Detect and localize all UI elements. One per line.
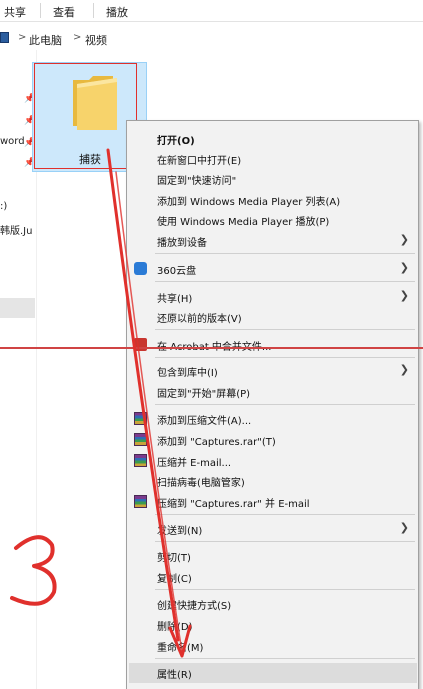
menu-item-add-to-archive[interactable]: 添加到压缩文件(A)... [129, 409, 417, 429]
menu-item-label: 在新窗口中打开(E) [157, 156, 242, 167]
highlight-box [34, 63, 137, 169]
nav-item-drive[interactable]: :) [0, 201, 7, 212]
menu-item-label: 在 Acrobat 中合并文件... [157, 338, 271, 353]
acrobat-icon [134, 338, 147, 351]
menu-separator [155, 514, 415, 515]
nav-item-selected[interactable] [0, 298, 35, 318]
breadcrumb-videos[interactable]: 视频 [85, 32, 107, 48]
menu-item-cut[interactable]: 剪切(T) [129, 546, 417, 566]
breadcrumb-this-pc[interactable]: 此电脑 [29, 32, 62, 48]
menu-item-label: 固定到"开始"屏幕(P) [157, 389, 251, 400]
menu-separator [155, 589, 415, 590]
menu-separator [155, 357, 415, 358]
menu-item-label: 添加到 Windows Media Player 列表(A) [157, 197, 341, 208]
ribbon-divider [40, 3, 41, 18]
menu-item-label: 扫描病毒(电脑管家) [157, 478, 245, 489]
chevron-right-icon: ❯ [399, 521, 409, 534]
menu-separator [155, 404, 415, 405]
winrar-icon [134, 412, 147, 425]
menu-item-play-with-wmp[interactable]: 使用 Windows Media Player 播放(P) [129, 210, 417, 230]
menu-item-open-new-window[interactable]: 在新窗口中打开(E) [129, 149, 417, 169]
annotation-line [0, 347, 423, 349]
menu-item-label: 压缩到 "Captures.rar" 并 E-mail [157, 499, 310, 510]
menu-separator [155, 329, 415, 330]
nav-item-folder[interactable]: 韩版.Ju [0, 222, 32, 237]
chevron-right-icon: ❯ [399, 289, 409, 302]
menu-item-label: 属性(R) [157, 670, 192, 681]
menu-item-label: 添加到压缩文件(A)... [157, 416, 252, 427]
menu-item-send-to[interactable]: 发送到(N) ❯ [129, 519, 417, 539]
ribbon-divider [93, 3, 94, 18]
menu-item-rename[interactable]: 重命名(M) [129, 636, 417, 656]
chevron-right-icon: ❯ [399, 233, 409, 246]
menu-item-label: 360云盘 [157, 266, 197, 277]
menu-item-label: 发送到(N) [157, 526, 203, 537]
menu-item-label: 打开(O) [157, 136, 195, 147]
menu-item-label: 删除(D) [157, 622, 193, 633]
menu-item-create-shortcut[interactable]: 创建快捷方式(S) [129, 594, 417, 614]
context-menu: 打开(O) 在新窗口中打开(E) 固定到"快速访问" 添加到 Windows M… [126, 120, 419, 689]
tab-view[interactable]: 查看 [53, 4, 75, 20]
menu-item-copy[interactable]: 复制(C) [129, 567, 417, 587]
menu-item-pin-quick-access[interactable]: 固定到"快速访问" [129, 169, 417, 189]
menu-item-restore-versions[interactable]: 还原以前的版本(V) [129, 307, 417, 327]
menu-item-label: 播放到设备 [157, 238, 207, 249]
menu-item-label: 共享(H) [157, 294, 193, 305]
tab-share[interactable]: 共享 [4, 4, 26, 20]
winrar-icon [134, 433, 147, 446]
menu-item-cast-to-device[interactable]: 播放到设备 ❯ [129, 231, 417, 251]
menu-item-label: 固定到"快速访问" [157, 176, 237, 187]
chevron-right-icon: ❯ [399, 363, 409, 376]
chevron-right-icon: ❯ [399, 261, 409, 274]
menu-item-label: 剪切(T) [157, 553, 191, 564]
menu-item-compress-email[interactable]: 压缩并 E-mail... [129, 451, 417, 471]
breadcrumb-separator[interactable]: > [73, 32, 81, 43]
menu-item-pin-start[interactable]: 固定到"开始"屏幕(P) [129, 382, 417, 402]
cloud-icon [134, 262, 147, 275]
menu-item-label: 重命名(M) [157, 643, 204, 654]
menu-separator [155, 281, 415, 282]
ribbon-tabs: 共享 查看 播放 [0, 0, 423, 22]
menu-separator [155, 253, 415, 254]
menu-item-label: 包含到库中(I) [157, 368, 218, 379]
menu-item-share[interactable]: 共享(H) ❯ [129, 287, 417, 307]
menu-item-compress-captures-email[interactable]: 压缩到 "Captures.rar" 并 E-mail [129, 492, 417, 512]
tab-play[interactable]: 播放 [106, 4, 128, 20]
menu-separator [155, 541, 415, 542]
nav-item-word[interactable]: word [0, 136, 25, 147]
address-bar[interactable]: > 此电脑 > 视频 [0, 28, 423, 50]
menu-item-label: 压缩并 E-mail... [157, 458, 232, 469]
menu-separator [155, 658, 415, 659]
breadcrumb-separator[interactable]: > [18, 32, 26, 43]
menu-item-label: 复制(C) [157, 574, 192, 585]
winrar-icon [134, 454, 147, 467]
menu-item-properties[interactable]: 属性(R) [129, 663, 417, 683]
menu-item-label: 使用 Windows Media Player 播放(P) [157, 217, 330, 228]
menu-item-add-to-wmp-list[interactable]: 添加到 Windows Media Player 列表(A) [129, 190, 417, 210]
menu-item-delete[interactable]: 删除(D) [129, 615, 417, 635]
menu-item-open[interactable]: 打开(O) [129, 129, 417, 149]
menu-item-add-to-captures-rar[interactable]: 添加到 "Captures.rar"(T) [129, 430, 417, 450]
menu-item-360-cloud[interactable]: 360云盘 ❯ [129, 259, 417, 279]
menu-item-label: 创建快捷方式(S) [157, 601, 232, 612]
menu-item-label: 还原以前的版本(V) [157, 314, 242, 325]
menu-item-include-in-library[interactable]: 包含到库中(I) ❯ [129, 361, 417, 381]
this-pc-icon [0, 32, 9, 43]
winrar-icon [134, 495, 147, 508]
menu-item-acrobat-combine[interactable]: 在 Acrobat 中合并文件... [129, 335, 417, 355]
menu-item-scan-virus[interactable]: 扫描病毒(电脑管家) [129, 471, 417, 491]
menu-item-label: 添加到 "Captures.rar"(T) [157, 437, 276, 448]
